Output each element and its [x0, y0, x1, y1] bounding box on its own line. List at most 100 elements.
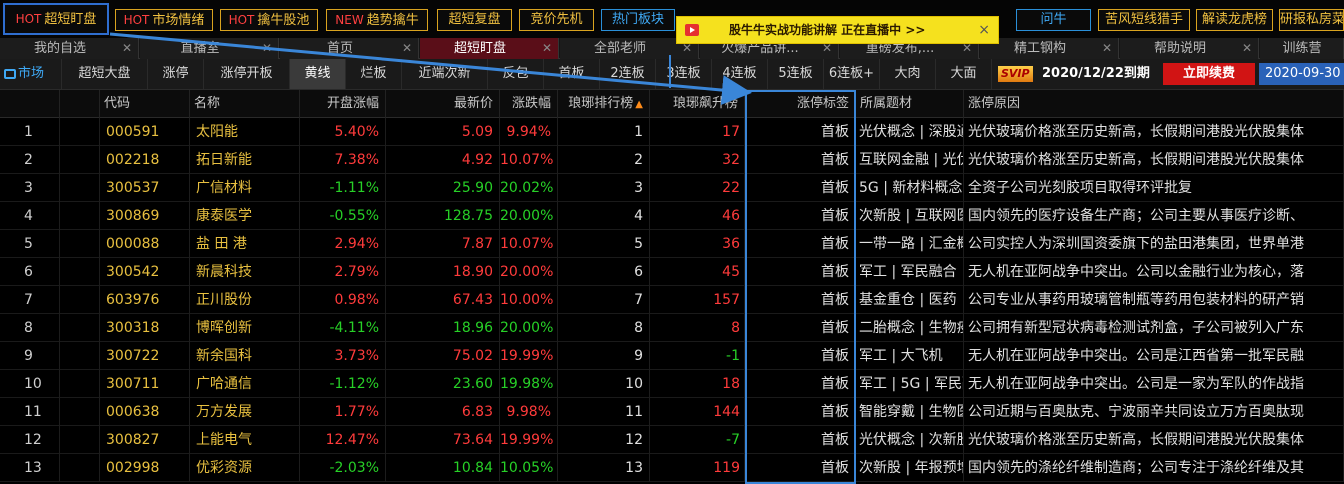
- col-open[interactable]: 开盘涨幅: [300, 90, 386, 118]
- latest-price: 73.64: [386, 426, 500, 454]
- subnav-item[interactable]: 超短大盘: [62, 59, 148, 89]
- subnav-item[interactable]: 2连板: [600, 59, 656, 89]
- toolbar-btn-wenniu[interactable]: 问牛: [1016, 9, 1091, 31]
- stock-code: 603976: [100, 286, 190, 314]
- tab-training[interactable]: 训练营: [1260, 38, 1344, 59]
- subnav-item[interactable]: 4连板: [712, 59, 768, 89]
- rank-value: 4: [558, 202, 650, 230]
- subnav-item[interactable]: 大肉: [880, 59, 936, 89]
- table-row[interactable]: 8 300318 博晖创新 -4.11% 18.96 20.00% 8 8 首板 二胎概念 | 生…: [0, 314, 1344, 342]
- tab-chaoduan-dingpan[interactable]: 超短盯盘 ✕: [420, 38, 559, 59]
- toolbar-btn-dragon-tiger[interactable]: 解读龙虎榜: [1196, 9, 1273, 31]
- table-row[interactable]: 7 603976 正川股份 0.98% 67.43 10.00% 7 157 首板 基金重仓 | …: [0, 286, 1344, 314]
- stock-code: 300827: [100, 426, 190, 454]
- latest-price: 18.90: [386, 258, 500, 286]
- close-icon[interactable]: ✕: [542, 38, 552, 59]
- toolbar-btn-research[interactable]: 研报私房菜: [1279, 9, 1344, 31]
- table-row[interactable]: 10 300711 广哈通信 -1.12% 23.60 19.98% 10 18 首板 军工 | …: [0, 370, 1344, 398]
- table-row[interactable]: 2 002218 拓日新能 7.38% 4.92 10.07% 2 32 首板 互联网金融 | 光…: [0, 146, 1344, 174]
- market-menu[interactable]: 市场: [0, 59, 62, 89]
- table-row[interactable]: 12 300827 上能电气 12.47% 73.64 19.99% 12 -7 首板 光伏概念 …: [0, 426, 1344, 454]
- subnav-item[interactable]: 5连板: [768, 59, 824, 89]
- table-row[interactable]: 5 000088 盐 田 港 2.94% 7.87 10.07% 5 36 首板 一带一路 | 汇…: [0, 230, 1344, 258]
- table-row[interactable]: 13 002998 优彩资源 -2.03% 10.84 10.05% 13 119 首板 次新股 …: [0, 454, 1344, 482]
- col-tag[interactable]: 涨停标签: [745, 90, 856, 118]
- subnav-item[interactable]: 3连板: [656, 59, 712, 89]
- rise-value: 18: [650, 370, 745, 398]
- subnav-item[interactable]: 反包: [488, 59, 544, 89]
- toolbar-btn-chaoduan-fupan[interactable]: 超短复盘: [437, 9, 512, 31]
- col-price[interactable]: 最新价: [386, 90, 500, 118]
- tab-bar: 我的自选 ✕ 直播室 ✕ 首页 ✕ 超短盯盘 ✕ 全部老师 ✕ 火爆产品讲... ✕ 重磅发…: [0, 38, 1344, 59]
- limit-tag: 首板: [745, 286, 856, 314]
- close-icon[interactable]: ×: [978, 17, 990, 43]
- table-row[interactable]: 4 300869 康泰医学 -0.55% 128.75 20.00% 4 46 首板 次新股 | …: [0, 202, 1344, 230]
- row-blank: [60, 202, 100, 230]
- row-index: 8: [0, 314, 60, 342]
- toolbar-btn-market-sentiment[interactable]: HOT 市场情绪: [115, 9, 213, 31]
- close-icon[interactable]: ✕: [1242, 38, 1252, 59]
- subnav-item[interactable]: 大面: [936, 59, 992, 89]
- expire-date: 2020/12/22到期: [1042, 66, 1150, 81]
- subnav-item-active[interactable]: 黄线: [290, 59, 346, 89]
- hot-badge: HOT: [123, 13, 150, 27]
- col-name[interactable]: 名称: [190, 90, 300, 118]
- subnav-item[interactable]: 首板: [544, 59, 600, 89]
- rank-value: 11: [558, 398, 650, 426]
- subnav-item[interactable]: 涨停开板: [204, 59, 290, 89]
- subnav-item[interactable]: 涨停: [148, 59, 204, 89]
- close-icon[interactable]: ✕: [402, 38, 412, 59]
- close-icon[interactable]: ✕: [122, 38, 132, 59]
- toolbar-btn-trend-qinniu[interactable]: NEW 趋势擒牛: [326, 9, 428, 31]
- subnav-item[interactable]: 烂板: [346, 59, 402, 89]
- subnav-item[interactable]: 近端次新: [402, 59, 488, 89]
- toolbar-btn-label: 擒牛股池: [257, 13, 310, 28]
- subnav-item[interactable]: 6连板+: [824, 59, 880, 89]
- rank-value: 6: [558, 258, 650, 286]
- col-rank[interactable]: 琅琊排行榜 ▲: [558, 90, 650, 118]
- live-banner[interactable]: 股牛牛实战功能讲解 正在直播中 >> ×: [676, 16, 999, 44]
- tab-watchlist[interactable]: 我的自选 ✕: [0, 38, 139, 59]
- rank-value: 2: [558, 146, 650, 174]
- table-row[interactable]: 1 000591 太阳能 5.40% 5.09 9.94% 1 17 首板 光伏概念 | 深股通光…: [0, 118, 1344, 146]
- toolbar-btn-short-hunter[interactable]: 苦风短线猎手: [1098, 9, 1190, 31]
- latest-price: 18.96: [386, 314, 500, 342]
- theme-text: 光伏概念 | 深股通: [856, 118, 964, 146]
- stock-name: 太阳能: [190, 118, 300, 146]
- row-index: 3: [0, 174, 60, 202]
- tab-live-room[interactable]: 直播室 ✕: [140, 38, 279, 59]
- latest-price: 7.87: [386, 230, 500, 258]
- table-row[interactable]: 3 300537 广信材料 -1.11% 25.90 20.02% 3 22 首板 5G | 新材…: [0, 174, 1344, 202]
- col-reason[interactable]: 涨停原因: [964, 90, 1344, 118]
- close-icon[interactable]: ✕: [262, 38, 272, 59]
- tab-help[interactable]: 帮助说明 ✕: [1120, 38, 1259, 59]
- col-rise[interactable]: 琅琊飙升榜: [650, 90, 745, 118]
- toolbar-btn-jingjia[interactable]: 竞价先机: [519, 9, 594, 31]
- latest-price: 25.90: [386, 174, 500, 202]
- row-blank: [60, 230, 100, 258]
- col-blank: [60, 90, 100, 118]
- market-label: 市场: [18, 66, 45, 81]
- col-theme[interactable]: 所属题材: [856, 90, 964, 118]
- latest-price: 67.43: [386, 286, 500, 314]
- table-row[interactable]: 11 000638 万方发展 1.77% 6.83 9.98% 11 144 首板 智能穿戴 | …: [0, 398, 1344, 426]
- col-change[interactable]: 涨跌幅: [500, 90, 558, 118]
- table-row[interactable]: 9 300722 新余国科 3.73% 75.02 19.99% 9 -1 首板 军工 | 大飞机…: [0, 342, 1344, 370]
- menu-icon: [4, 68, 16, 79]
- tab-label: 超短盯盘: [453, 41, 506, 56]
- close-icon[interactable]: ✕: [1102, 38, 1112, 59]
- change-pct: 10.05%: [500, 454, 558, 482]
- hot-badge: HOT: [228, 13, 255, 27]
- toolbar-btn-qinniu-pool[interactable]: HOT 擒牛股池: [220, 9, 318, 31]
- theme-text: 军工 | 5G | 军民融合: [856, 370, 964, 398]
- col-code[interactable]: 代码: [100, 90, 190, 118]
- tab-jinggong[interactable]: 精工钢构 ✕: [980, 38, 1119, 59]
- toolbar-btn-chaoduan-dingpan[interactable]: HOT 超短盯盘: [3, 3, 109, 35]
- tab-home[interactable]: 首页 ✕: [280, 38, 419, 59]
- rise-value: 17: [650, 118, 745, 146]
- row-index: 7: [0, 286, 60, 314]
- renew-button[interactable]: 立即续费: [1163, 63, 1255, 85]
- table-row[interactable]: 6 300542 新晨科技 2.79% 18.90 20.00% 6 45 首板 军工 | 军民融…: [0, 258, 1344, 286]
- toolbar-btn-hot-sectors[interactable]: 热门板块: [601, 9, 675, 31]
- date-picker[interactable]: 2020-09-30: [1259, 63, 1344, 85]
